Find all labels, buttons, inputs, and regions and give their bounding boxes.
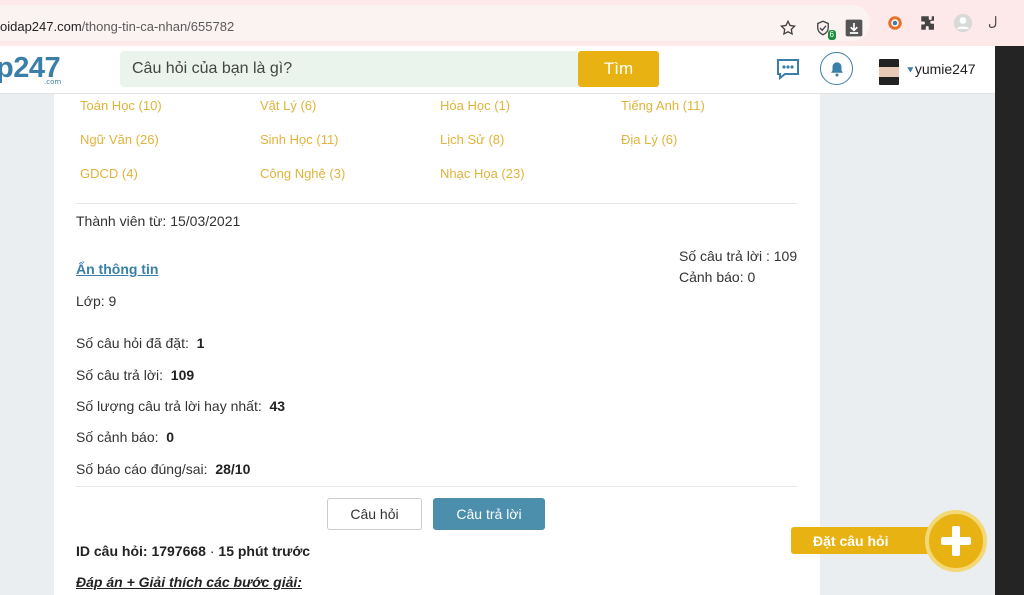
plus-icon xyxy=(941,526,971,556)
subject-link[interactable]: Nhạc Họa (23) xyxy=(440,166,525,181)
address-text[interactable]: oidap247.com/thong-tin-ca-nhan/655782 xyxy=(0,19,234,34)
right-edge-panel xyxy=(995,0,1024,595)
stat-value: 43 xyxy=(269,398,286,414)
chevron-down-icon: ⯆ xyxy=(906,65,915,77)
subject-link[interactable]: Lịch Sử (8) xyxy=(440,132,504,147)
stat-value: 1 xyxy=(196,335,205,351)
stat-label: Số lượng câu trả lời hay nhất: xyxy=(76,398,262,414)
notification-bell-icon[interactable] xyxy=(820,52,853,85)
subject-link[interactable]: Toán Học (10) xyxy=(80,98,162,113)
stat-value: 0 xyxy=(166,429,175,445)
question-time: 15 phút trước xyxy=(218,543,311,559)
site-header: p247 .com Tìm ⯆yumie247 xyxy=(0,46,995,94)
stat-label: Số báo cáo đúng/sai: xyxy=(76,461,208,477)
ask-question-plus-button[interactable] xyxy=(925,510,987,572)
edge-glyph: ل xyxy=(988,14,998,29)
user-avatar[interactable] xyxy=(879,59,899,85)
section-divider xyxy=(76,203,797,204)
subject-link[interactable]: Sinh Học (11) xyxy=(260,132,339,147)
chat-icon[interactable] xyxy=(774,56,802,82)
question-meta: ID câu hỏi: 1797668 · 15 phút trước xyxy=(76,543,310,559)
stat-row: Số câu hỏi đã đặt: 1 xyxy=(76,335,204,351)
tab-answers[interactable]: Câu trả lời xyxy=(433,498,545,530)
user-menu[interactable]: ⯆yumie247 xyxy=(906,61,976,78)
subject-link[interactable]: Hóa Học (1) xyxy=(440,98,510,113)
subject-link[interactable]: GDCD (4) xyxy=(80,166,138,181)
color-extension-icon[interactable] xyxy=(884,12,906,34)
section-divider xyxy=(76,486,797,487)
url-host: oidap247.com xyxy=(0,19,82,34)
stat-label: Số cảnh báo: xyxy=(76,429,159,445)
subject-link[interactable]: Vật Lý (6) xyxy=(260,98,316,113)
grade: Lớp: 9 xyxy=(76,293,117,309)
stat-label: Số câu hỏi đã đặt: xyxy=(76,335,189,351)
meta-separator: · xyxy=(209,543,215,559)
tab-questions[interactable]: Câu hỏi xyxy=(327,498,422,530)
right-edge-top xyxy=(995,0,1024,46)
stat-value: 109 xyxy=(170,367,195,383)
stat-label: Số câu trả lời: xyxy=(76,367,163,383)
stat-row: Số báo cáo đúng/sai: 28/10 xyxy=(76,461,250,477)
stat-row: Số câu trả lời: 109 xyxy=(76,367,194,383)
download-icon[interactable] xyxy=(843,17,865,39)
side-answer-count: Số câu trả lời : 109 xyxy=(679,248,798,264)
profile-icon[interactable] xyxy=(952,12,974,34)
member-since: Thành viên từ: 15/03/2021 xyxy=(76,213,241,229)
url-path: /thong-tin-ca-nhan/655782 xyxy=(81,19,235,34)
site-logo-domain: .com xyxy=(44,78,62,86)
puzzle-extensions-icon[interactable] xyxy=(917,12,939,34)
subject-link[interactable]: Địa Lý (6) xyxy=(621,132,677,147)
search-input[interactable] xyxy=(120,51,578,87)
stat-row: Số cảnh báo: 0 xyxy=(76,429,174,445)
answer-heading: Đáp án + Giải thích các bước giải: xyxy=(76,574,302,590)
question-id[interactable]: ID câu hỏi: 1797668 xyxy=(76,543,206,559)
address-bar[interactable]: oidap247.com/thong-tin-ca-nhan/655782 6 xyxy=(0,5,870,41)
ask-question-button[interactable]: Đặt câu hỏi xyxy=(791,527,931,554)
extension-badge: 6 xyxy=(827,30,836,40)
stat-value: 28/10 xyxy=(215,461,251,477)
search-button[interactable]: Tìm xyxy=(578,51,659,87)
subject-link[interactable]: Tiếng Anh (11) xyxy=(621,98,705,113)
bookmark-star-icon[interactable] xyxy=(777,17,799,39)
subject-link[interactable]: Công Nghệ (3) xyxy=(260,166,345,181)
subject-link[interactable]: Ngữ Văn (26) xyxy=(80,132,159,147)
side-warning-count: Cảnh báo: 0 xyxy=(679,269,756,285)
stat-row: Số lượng câu trả lời hay nhất: 43 xyxy=(76,398,285,414)
shield-extension-icon[interactable]: 6 xyxy=(812,17,836,40)
username: yumie247 xyxy=(914,61,976,77)
hide-info-link[interactable]: Ẩn thông tin xyxy=(76,261,158,277)
browser-url-bar: oidap247.com/thong-tin-ca-nhan/655782 6 xyxy=(0,0,995,46)
